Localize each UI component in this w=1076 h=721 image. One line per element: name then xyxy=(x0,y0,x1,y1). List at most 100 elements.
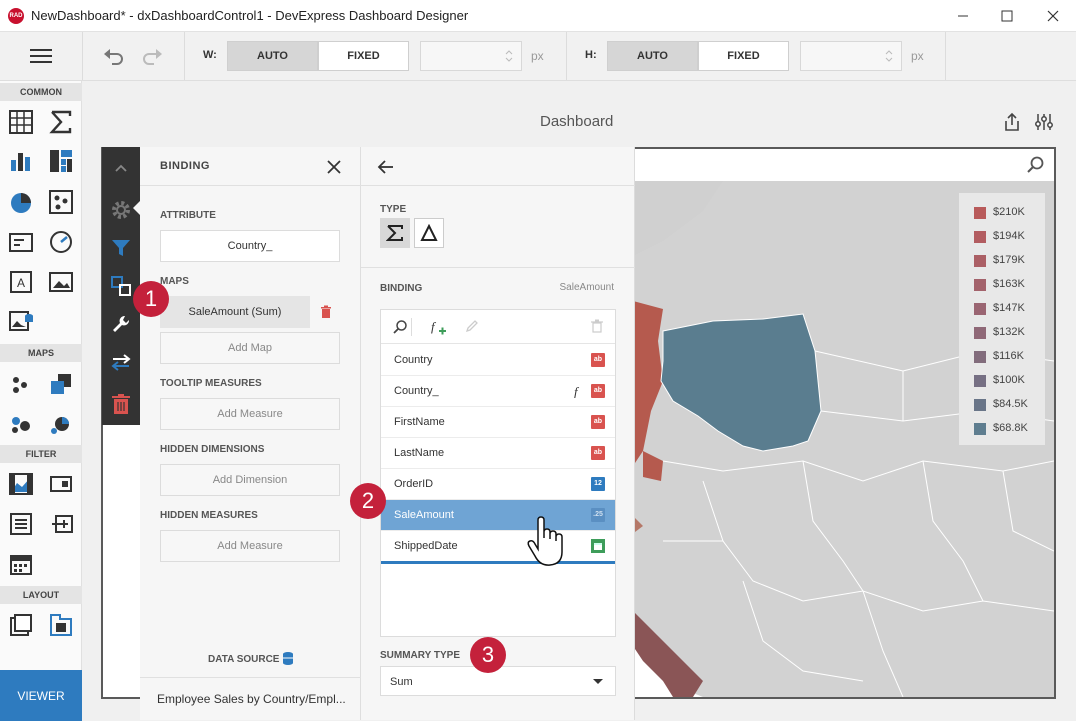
search-icon[interactable] xyxy=(1026,155,1046,175)
field-row-lastname[interactable]: LastName ab xyxy=(381,438,615,469)
treemap-icon[interactable] xyxy=(48,148,74,174)
add-calculated-field-icon[interactable]: f xyxy=(429,318,447,336)
height-unit: px xyxy=(911,49,924,63)
field-row-orderid[interactable]: OrderID 12 xyxy=(381,469,615,500)
redo-button[interactable] xyxy=(142,46,164,69)
add-hidden-measure-button[interactable]: Add Measure xyxy=(160,530,340,562)
field-row-shippeddate[interactable]: ShippedDate xyxy=(381,531,615,564)
summary-type-value: Sum xyxy=(390,676,413,688)
tree-view-icon[interactable] xyxy=(48,511,74,537)
remove-map-button[interactable] xyxy=(320,305,332,321)
filter-button[interactable] xyxy=(102,229,140,267)
binding-panel: BINDING ATTRIBUTE Country_ MAPS SaleAmou… xyxy=(140,147,361,720)
date-filter-icon[interactable] xyxy=(8,551,34,577)
wrench-icon xyxy=(113,315,130,332)
search-icon[interactable] xyxy=(392,319,408,335)
add-map-button[interactable]: Add Map xyxy=(160,332,340,364)
decimal-type-icon: .25 xyxy=(591,508,605,522)
card-icon[interactable] xyxy=(8,229,34,255)
swap-button[interactable] xyxy=(102,343,140,381)
close-icon xyxy=(327,160,341,174)
data-source-value[interactable]: Employee Sales by Country/Empl... xyxy=(157,692,346,706)
export-icon[interactable] xyxy=(1002,112,1022,132)
hidden-dimensions-label: HIDDEN DIMENSIONS xyxy=(160,444,265,455)
toolbox-section-layout: LAYOUT xyxy=(0,586,82,604)
tab-container-icon[interactable] xyxy=(48,612,74,638)
parameters-icon[interactable] xyxy=(1034,112,1054,132)
maximize-button[interactable] xyxy=(984,0,1030,32)
redo-icon xyxy=(143,49,162,65)
delete-item-button[interactable] xyxy=(102,385,140,423)
height-fixed-button[interactable]: FIXED xyxy=(698,41,789,71)
legend-item: $194K xyxy=(959,224,1045,248)
close-icon xyxy=(1047,10,1059,22)
measure-type-button[interactable] xyxy=(380,218,410,248)
attribute-field[interactable]: Country_ xyxy=(160,230,340,262)
trash-icon[interactable] xyxy=(591,319,603,333)
legend-item: $210K xyxy=(959,200,1045,224)
interactivity-button[interactable] xyxy=(102,305,140,343)
field-row-firstname[interactable]: FirstName ab xyxy=(381,407,615,438)
width-fixed-button[interactable]: FIXED xyxy=(318,41,409,71)
integer-type-icon: 12 xyxy=(591,477,605,491)
field-row-country_[interactable]: Country_ f ab xyxy=(381,376,615,407)
collapse-button[interactable] xyxy=(102,149,140,187)
width-input[interactable] xyxy=(420,41,522,71)
image-icon[interactable] xyxy=(48,269,74,295)
height-input[interactable] xyxy=(800,41,902,71)
hamburger-icon xyxy=(30,49,52,63)
field-row-country[interactable]: Country ab xyxy=(381,345,615,376)
maps-field[interactable]: SaleAmount (Sum) xyxy=(160,296,310,328)
tooltip-measures-label: TOOLTIP MEASURES xyxy=(160,378,262,389)
height-label: H: xyxy=(585,49,597,61)
bubble-map-icon[interactable] xyxy=(8,410,34,436)
range-filter-icon[interactable] xyxy=(8,471,34,497)
add-dimension-button[interactable]: Add Dimension xyxy=(160,464,340,496)
binding-panel-header: BINDING xyxy=(160,160,210,172)
chevron-up-icon xyxy=(115,164,127,172)
undo-button[interactable] xyxy=(102,46,124,69)
geo-point-map-icon[interactable] xyxy=(8,371,34,397)
item-action-strip xyxy=(102,147,140,425)
maps-label: MAPS xyxy=(160,276,189,287)
width-auto-button[interactable]: AUTO xyxy=(227,41,318,71)
summary-type-select[interactable]: Sum xyxy=(380,666,616,696)
minimize-button[interactable] xyxy=(940,0,986,32)
add-tooltip-measure-button[interactable]: Add Measure xyxy=(160,398,340,430)
height-auto-button[interactable]: AUTO xyxy=(607,41,698,71)
combo-box-icon[interactable] xyxy=(48,471,74,497)
choropleth-map-icon[interactable] xyxy=(48,371,74,397)
back-button[interactable] xyxy=(377,159,395,178)
text-box-icon[interactable]: A xyxy=(8,269,34,295)
sigma-icon[interactable] xyxy=(48,109,74,135)
close-window-button[interactable] xyxy=(1030,0,1076,32)
scatter-icon[interactable] xyxy=(48,189,74,215)
undo-icon xyxy=(104,49,123,65)
field-list-toolbar: f xyxy=(381,310,615,344)
edit-icon[interactable] xyxy=(465,319,479,333)
string-type-icon: ab xyxy=(591,353,605,367)
menu-button[interactable] xyxy=(0,32,82,80)
delta-type-button[interactable] xyxy=(414,218,444,248)
delta-icon xyxy=(420,224,438,241)
field-row-saleamount-selected[interactable]: SaleAmount .25 xyxy=(381,500,615,531)
bound-image-icon[interactable] xyxy=(8,308,34,334)
pie-icon[interactable] xyxy=(8,189,34,215)
database-icon xyxy=(283,652,293,665)
width-label: W: xyxy=(203,49,217,61)
trash-icon xyxy=(321,305,331,318)
grid-icon[interactable] xyxy=(8,109,34,135)
width-unit: px xyxy=(531,49,544,63)
hidden-measures-label: HIDDEN MEASURES xyxy=(160,510,258,521)
viewer-button[interactable]: VIEWER xyxy=(0,670,82,721)
app-logo: RAD xyxy=(8,8,24,24)
pie-map-icon[interactable] xyxy=(48,410,74,436)
close-panel-button[interactable] xyxy=(326,159,342,178)
group-icon[interactable] xyxy=(8,612,34,638)
title-bar: RAD NewDashboard* - dxDashboardControl1 … xyxy=(0,0,1076,32)
gauge-icon[interactable] xyxy=(48,229,74,255)
window-title: NewDashboard* - dxDashboardControl1 - De… xyxy=(31,8,469,23)
chart-icon[interactable] xyxy=(8,148,34,174)
list-box-icon[interactable] xyxy=(8,511,34,537)
summary-type-label: SUMMARY TYPE xyxy=(380,650,461,661)
